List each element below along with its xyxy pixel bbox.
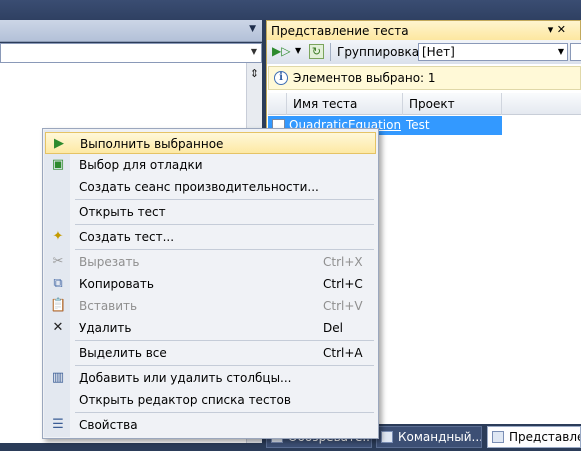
grouping-select[interactable]: [Нет] ▼ bbox=[418, 43, 568, 61]
scissors-icon: ✂ bbox=[52, 254, 64, 269]
menu-item-open-test[interactable]: Открыть тест bbox=[45, 201, 376, 223]
tab-dropdown-icon[interactable]: ▼ bbox=[249, 24, 256, 34]
test-view-titlebar: Представление теста ▾ ✕ bbox=[266, 20, 581, 40]
debug-run-icon: ▣ bbox=[51, 157, 65, 172]
columns-icon: ▥ bbox=[51, 370, 65, 385]
menu-item-copy[interactable]: ⧉ Копировать Ctrl+C bbox=[45, 273, 376, 295]
selection-info-text: Элементов выбрано: 1 bbox=[293, 71, 436, 85]
run-selected-icon: ▶ bbox=[54, 136, 64, 151]
info-icon: i bbox=[274, 71, 288, 85]
panel-title: Представление теста bbox=[271, 24, 409, 38]
menu-item-select-all[interactable]: Выделить все Ctrl+A bbox=[45, 342, 376, 364]
toolbar-separator bbox=[330, 43, 331, 61]
column-header-project[interactable]: Проект bbox=[403, 93, 502, 115]
menu-item-new-test[interactable]: ✦ Создать тест... bbox=[45, 226, 376, 248]
menu-item-delete[interactable]: ✕ Удалить Del bbox=[45, 317, 376, 339]
grouping-value: [Нет] bbox=[422, 45, 455, 59]
tab-test-view[interactable]: Представле... bbox=[487, 426, 581, 448]
refresh-icon[interactable]: ↻ bbox=[309, 44, 324, 59]
run-dropdown-icon[interactable]: ▼ bbox=[295, 46, 301, 55]
top-frame-strip bbox=[0, 0, 581, 20]
menu-item-test-list-editor[interactable]: Открыть редактор списка тестов bbox=[45, 389, 376, 411]
test-grid-header: Имя теста Проект bbox=[268, 93, 581, 115]
column-header-test-name[interactable]: Имя теста bbox=[287, 93, 403, 115]
context-menu: ▶ Выполнить выбранное ▣ Выбор для отладк… bbox=[42, 128, 379, 439]
member-dropdown[interactable]: ▼ bbox=[0, 43, 262, 63]
menu-item-run-selected[interactable]: ▶ Выполнить выбранное bbox=[45, 132, 376, 154]
delete-x-icon: ✕ bbox=[52, 320, 64, 335]
test-view-icon bbox=[492, 431, 504, 443]
menu-separator bbox=[75, 412, 374, 413]
chevron-down-icon[interactable]: ▼ bbox=[558, 47, 564, 56]
menu-item-paste[interactable]: 📋 Вставить Ctrl+V bbox=[45, 295, 376, 317]
paste-icon: 📋 bbox=[50, 298, 67, 313]
chevron-down-icon[interactable]: ▼ bbox=[251, 47, 257, 56]
menu-item-properties[interactable]: ☰ Свойства bbox=[45, 414, 376, 436]
menu-separator bbox=[75, 199, 374, 200]
menu-separator bbox=[75, 249, 374, 250]
menu-separator bbox=[75, 224, 374, 225]
menu-item-perf-session[interactable]: Создать сеанс производительности... bbox=[45, 176, 376, 198]
checkbox-column-header[interactable] bbox=[268, 93, 287, 115]
menu-separator bbox=[75, 365, 374, 366]
team-icon bbox=[381, 431, 393, 443]
project-cell: Test bbox=[406, 118, 430, 132]
tab-team[interactable]: Командный... bbox=[376, 426, 482, 448]
menu-item-debug[interactable]: ▣ Выбор для отладки bbox=[45, 154, 376, 176]
test-view-toolbar: ▶▷ ▼ ↻ Группировка: [Нет] ▼ bbox=[266, 40, 581, 64]
menu-item-columns[interactable]: ▥ Добавить или удалить столбцы... bbox=[45, 367, 376, 389]
copy-icon: ⧉ bbox=[53, 276, 63, 291]
menu-separator bbox=[75, 340, 374, 341]
new-test-icon: ✦ bbox=[52, 229, 64, 244]
split-handle-icon[interactable]: ⇕ bbox=[249, 67, 260, 81]
menu-item-cut[interactable]: ✂ Вырезать Ctrl+X bbox=[45, 251, 376, 273]
selection-info-bar: i Элементов выбрано: 1 bbox=[268, 66, 581, 90]
properties-icon: ☰ bbox=[52, 417, 64, 432]
grouping-label: Группировка: bbox=[337, 45, 424, 59]
filter-field[interactable] bbox=[570, 43, 581, 61]
editor-tab-bar: ▼ bbox=[0, 20, 262, 42]
panel-pin-icon[interactable]: ▾ ✕ bbox=[548, 23, 566, 36]
run-tests-icon[interactable]: ▶▷ bbox=[272, 44, 290, 58]
